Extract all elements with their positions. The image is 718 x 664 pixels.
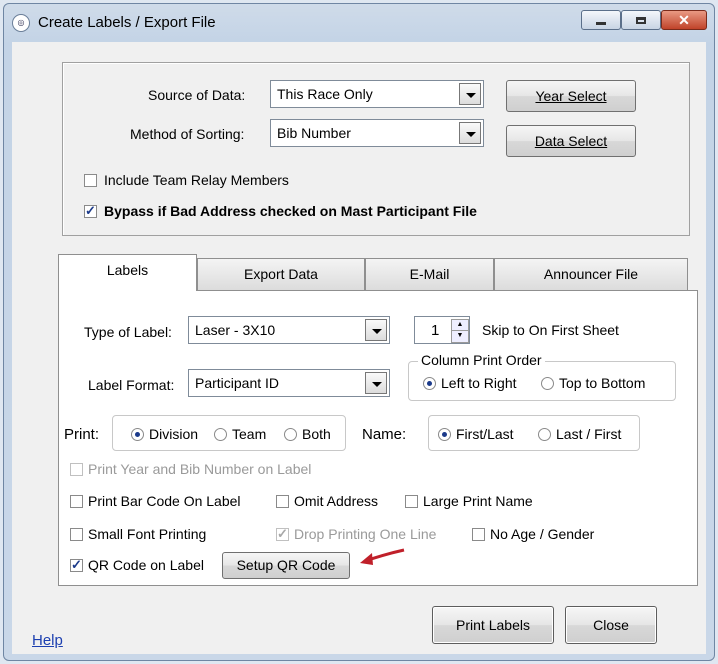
- small-font-checkbox[interactable]: [70, 528, 83, 541]
- close-icon: ✕: [678, 12, 690, 28]
- qr-code-checkbox[interactable]: [70, 557, 83, 573]
- tab-announcer-file[interactable]: Announcer File: [494, 258, 688, 290]
- red-arrow-head: [360, 553, 373, 565]
- omit-address-checkbox[interactable]: [276, 495, 289, 508]
- year-select-button[interactable]: Year Select: [506, 80, 636, 112]
- print-bar-code-checkbox[interactable]: [70, 495, 83, 508]
- minimize-icon: [596, 22, 606, 25]
- large-print-name-checkbox[interactable]: [405, 495, 418, 508]
- tab-labels[interactable]: Labels: [58, 254, 197, 291]
- close-window-button[interactable]: ✕: [661, 10, 707, 30]
- tab-announcer-file-text: Announcer File: [543, 266, 639, 282]
- print-labels-button[interactable]: Print Labels: [432, 606, 554, 644]
- label-format-label: Label Format:: [88, 377, 175, 393]
- app-logo-icon: ◎: [12, 14, 30, 32]
- column-print-order-title: Column Print Order: [418, 352, 545, 368]
- tab-labels-text: Labels: [106, 262, 149, 278]
- chevron-down-icon[interactable]: [459, 83, 481, 105]
- first-last-label: First/Last: [456, 426, 514, 442]
- skip-first-sheet-label: Skip to On First Sheet: [482, 322, 619, 338]
- data-select-button[interactable]: Data Select: [506, 125, 636, 157]
- red-arrow-shaft: [367, 548, 405, 562]
- first-last-radio[interactable]: [438, 428, 451, 441]
- chevron-down-icon[interactable]: [365, 319, 387, 341]
- team-label: Team: [232, 426, 267, 442]
- include-team-relay-checkbox[interactable]: [84, 174, 97, 187]
- method-of-sorting-value: Bib Number: [277, 125, 351, 141]
- maximize-icon: [636, 16, 646, 24]
- close-label: Close: [593, 617, 629, 633]
- bypass-bad-address-label: Bypass if Bad Address checked on Mast Pa…: [104, 203, 477, 219]
- source-of-data-label: Source of Data:: [148, 87, 246, 103]
- spin-down-icon[interactable]: ▼: [451, 330, 469, 343]
- skip-count-value: 1: [431, 322, 440, 339]
- help-link[interactable]: Help: [32, 632, 63, 649]
- tab-export-data-text: Export Data: [244, 266, 318, 282]
- print-year-bib-checkbox[interactable]: [70, 463, 83, 476]
- both-radio[interactable]: [284, 428, 297, 441]
- no-age-gender-label: No Age / Gender: [490, 526, 595, 542]
- omit-address-label: Omit Address: [294, 493, 379, 509]
- setup-qr-code-button[interactable]: Setup QR Code: [222, 552, 350, 579]
- tab-export-data[interactable]: Export Data: [197, 258, 365, 290]
- skip-count-stepper[interactable]: 1 ▲ ▼: [414, 316, 470, 344]
- type-of-label-value: Laser - 3X10: [195, 322, 276, 338]
- team-radio[interactable]: [214, 428, 227, 441]
- window-title: Create Labels / Export File: [38, 14, 216, 31]
- top-to-bottom-radio[interactable]: [541, 377, 554, 390]
- chevron-down-icon[interactable]: [365, 372, 387, 394]
- maximize-button[interactable]: [621, 10, 661, 30]
- setup-qr-code-label: Setup QR Code: [236, 557, 336, 573]
- year-select-label: Year Select: [535, 88, 607, 104]
- label-format-value: Participant ID: [195, 375, 280, 391]
- drop-printing-checkbox[interactable]: [276, 526, 289, 542]
- left-to-right-radio[interactable]: [423, 377, 436, 390]
- create-labels-window: ◎ Create Labels / Export File ✕ Source o…: [3, 3, 715, 661]
- dialog-body: Source of Data: This Race Only Method of…: [12, 42, 706, 654]
- method-of-sorting-select[interactable]: Bib Number: [270, 119, 484, 147]
- small-font-label: Small Font Printing: [88, 526, 207, 542]
- both-label: Both: [302, 426, 331, 442]
- tab-e-mail[interactable]: E-Mail: [365, 258, 494, 290]
- source-of-data-value: This Race Only: [277, 86, 373, 102]
- type-of-label-select[interactable]: Laser - 3X10: [188, 316, 390, 344]
- close-button[interactable]: Close: [565, 606, 657, 644]
- large-print-name-label: Large Print Name: [423, 493, 533, 509]
- tab-e-mail-text: E-Mail: [409, 266, 450, 282]
- chevron-down-icon[interactable]: [459, 122, 481, 144]
- name-label: Name:: [362, 426, 407, 443]
- print-bar-code-label: Print Bar Code On Label: [88, 493, 241, 509]
- type-of-label-label: Type of Label:: [84, 324, 172, 340]
- division-radio[interactable]: [131, 428, 144, 441]
- label-format-select[interactable]: Participant ID: [188, 369, 390, 397]
- drop-printing-label: Drop Printing One Line: [294, 526, 437, 542]
- last-first-radio[interactable]: [538, 428, 551, 441]
- division-label: Division: [149, 426, 199, 442]
- top-to-bottom-label: Top to Bottom: [559, 375, 646, 391]
- title-bar[interactable]: ◎ Create Labels / Export File ✕: [4, 4, 714, 42]
- print-labels-label: Print Labels: [456, 617, 530, 633]
- include-team-relay-label: Include Team Relay Members: [104, 172, 289, 188]
- last-first-label: Last / First: [556, 426, 622, 442]
- data-select-label: Data Select: [534, 133, 608, 149]
- left-to-right-label: Left to Right: [441, 375, 517, 391]
- method-of-sorting-label: Method of Sorting:: [130, 126, 245, 142]
- qr-code-label: QR Code on Label: [88, 557, 204, 573]
- no-age-gender-checkbox[interactable]: [472, 528, 485, 541]
- minimize-button[interactable]: [581, 10, 621, 30]
- red-arrow-icon: [360, 548, 405, 565]
- print-year-bib-label: Print Year and Bib Number on Label: [88, 461, 312, 477]
- print-label: Print:: [64, 426, 100, 443]
- source-of-data-select[interactable]: This Race Only: [270, 80, 484, 108]
- bypass-bad-address-checkbox[interactable]: [84, 203, 97, 219]
